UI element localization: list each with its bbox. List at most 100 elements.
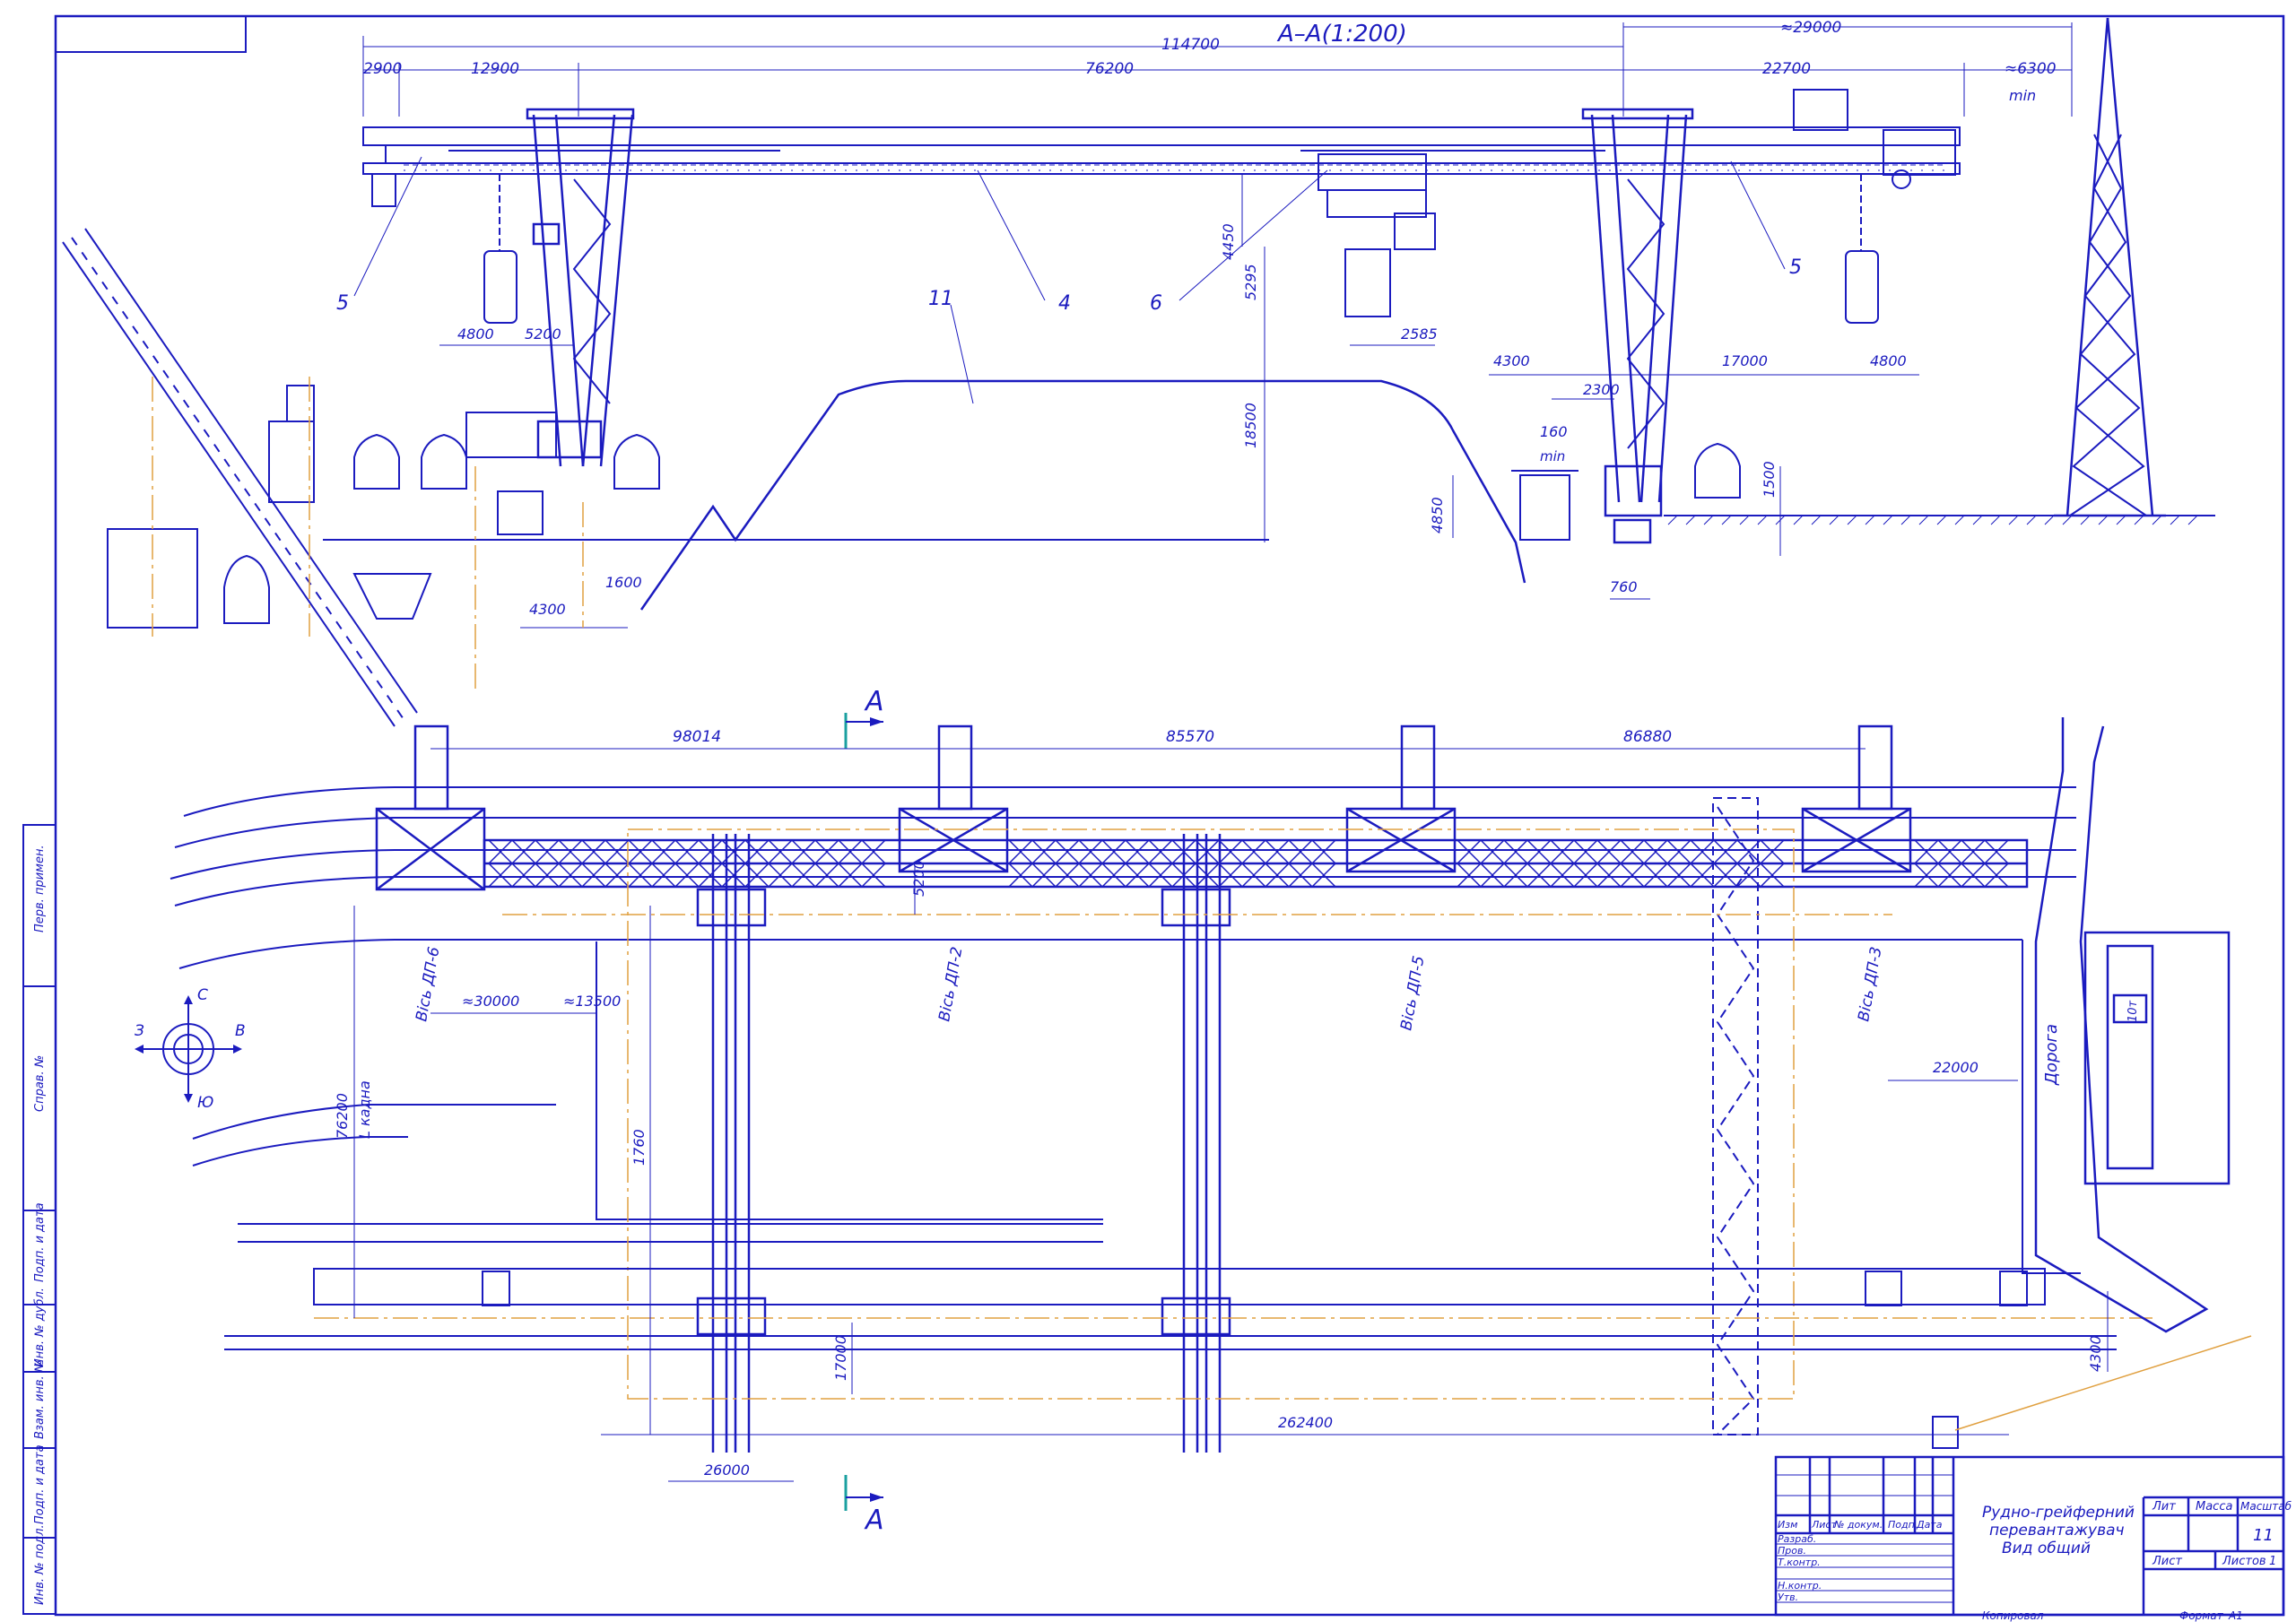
dim-5200-plan: 5200 [910, 860, 927, 897]
bridge-plan-left [696, 834, 767, 1453]
dim-5295: 5295 [1242, 264, 1259, 300]
rail-carriages-plan [313, 1268, 2046, 1449]
dim-right-cantilever: 22700 [1762, 60, 1811, 78]
road-label: Дорога [2042, 1024, 2061, 1086]
bridge-girder [362, 126, 1961, 207]
bridge-plan-right [1161, 834, 1231, 1453]
dim-30000: ≈30000 [462, 993, 519, 1010]
tb-sheets-label: Листов [2222, 1555, 2266, 1568]
dim-76200: 76200 [334, 1093, 351, 1139]
dim-17000: 17000 [1722, 352, 1768, 369]
tb-prov: Пров. [1778, 1545, 1806, 1557]
dim-4300-right: 4300 [1493, 352, 1530, 369]
dim-760: 760 [1610, 578, 1638, 595]
dim-13500: ≈13500 [563, 993, 621, 1010]
dim-1500: 1500 [1761, 461, 1778, 498]
plan-centerlines [314, 828, 2152, 1400]
dim-26000: 26000 [704, 1462, 750, 1479]
grab-bucket-left [483, 174, 517, 324]
tb-nkontr: Н.контр. [1778, 1580, 1822, 1592]
compass-e: В [235, 1022, 246, 1040]
compass-s: Ю [197, 1094, 213, 1112]
technical-drawing-sheet: Перв. примен. Справ. № Подп. и дата Инв.… [22, 14, 2292, 1622]
compass-w: З [135, 1022, 144, 1040]
dim-right-total: ≈29000 [1780, 19, 1841, 37]
callout-5-right: 5 [1789, 256, 1802, 279]
callout-11: 11 [928, 288, 953, 310]
axis-dp2: Вісь ДП-2 [935, 946, 966, 1023]
section-mark-top [844, 713, 883, 749]
dim-17000-plan: 17000 [832, 1335, 849, 1381]
callout-6: 6 [1150, 292, 1162, 315]
tb-sheet-label: Лист [2152, 1555, 2182, 1568]
trolley [1318, 153, 1436, 317]
tb-format-label: Формат [2179, 1609, 2224, 1622]
rail-wagons [223, 433, 1741, 624]
axis-dp6: Вісь ДП-6 [413, 945, 443, 1023]
side-stamp-1: Перв. примен. [33, 845, 47, 932]
dim-22000: 22000 [1933, 1059, 1979, 1076]
tb-col-mass: Масса [2196, 1500, 2232, 1514]
side-stamp: Перв. примен. Справ. № Подп. и дата Инв.… [22, 824, 57, 1615]
dim-total-length: 114700 [1161, 36, 1220, 54]
callout-4: 4 [1058, 292, 1071, 315]
dim-4850: 4850 [1429, 497, 1446, 533]
dim-left-cantilever: 12900 [471, 60, 519, 78]
side-stamp-5: Взам. инв. № [33, 1360, 47, 1439]
tb-format-value: А1 [2228, 1609, 2243, 1622]
side-stamp-7: Инв. № подл. [33, 1524, 47, 1605]
section-title: А–А(1:200) [1276, 21, 1407, 48]
dim-5200: 5200 [525, 325, 561, 343]
tb-title-1: Рудно-грейферний [1982, 1504, 2135, 1522]
top-left-stamp-box [55, 15, 247, 53]
top-inner-dims [439, 175, 1919, 629]
compass-n: С [197, 986, 208, 1004]
girder-hatch [404, 164, 1946, 171]
dim-tower-offset-note: min [2009, 87, 2036, 104]
ore-stockpile [639, 379, 1526, 611]
tb-col-lit: Лит [2152, 1500, 2176, 1514]
dim-span: 76200 [1085, 60, 1134, 78]
dashed-gallery [1712, 797, 1759, 1436]
tb-razrab: Разраб. [1778, 1533, 1816, 1545]
dim-2300: 2300 [1583, 381, 1620, 398]
tb-hdr-sign: Подп. [1888, 1519, 1918, 1531]
dim-2585: 2585 [1401, 325, 1438, 343]
lattice-tower [2054, 17, 2166, 517]
side-stamp-2: Справ. № [33, 1055, 47, 1112]
grab-bucket-right [1845, 174, 1879, 324]
tb-hdr-doc: № докум. [1833, 1519, 1883, 1531]
weight-tag: 10т [2126, 1000, 2140, 1022]
dim-4300-plan: 4300 [2087, 1335, 2104, 1372]
sheet-frame [54, 14, 2285, 1617]
dim-160: 160 [1540, 423, 1568, 440]
dim-86880: 86880 [1623, 728, 1672, 746]
dim-1760: 1760 [631, 1129, 648, 1166]
tb-tkontr: Т.контр. [1778, 1557, 1821, 1568]
section-mark-top-label: А [864, 686, 884, 717]
tb-sheets-value: 1 [2269, 1555, 2276, 1568]
axis-dp3: Вісь ДП-3 [1855, 946, 1885, 1023]
dim-left-end: 2900 [363, 60, 402, 78]
side-stamp-3: Подп. и дата [33, 1202, 47, 1282]
ground-line [323, 470, 2215, 541]
dim-4300-left: 4300 [529, 601, 566, 618]
dim-160-note: min [1540, 448, 1565, 464]
dim-262400: 262400 [1278, 1414, 1333, 1431]
side-stamp-6: Подп. и дата [33, 1444, 47, 1524]
dim-tower-offset: ≈6300 [2005, 60, 2057, 78]
dim-1600: 1600 [605, 574, 642, 591]
road-outline [2034, 717, 2231, 1333]
axis-dp5: Вісь ДП-5 [1397, 955, 1428, 1032]
dim-85570: 85570 [1166, 728, 1214, 746]
callout-5-left: 5 [336, 292, 349, 315]
dim-4450: 4450 [1220, 223, 1237, 260]
tb-hdr-izm: Изм [1778, 1519, 1797, 1531]
tb-copied: Копировал [1982, 1609, 2044, 1622]
tb-hdr-date: Дата [1916, 1519, 1943, 1531]
ground-hatch [1667, 515, 2198, 525]
plan-dims [353, 865, 2109, 1482]
dim-4800-left: 4800 [457, 325, 494, 343]
dim-18500: 18500 [1242, 403, 1259, 448]
side-stamp-4: Инв. № дубл. [33, 1288, 47, 1367]
